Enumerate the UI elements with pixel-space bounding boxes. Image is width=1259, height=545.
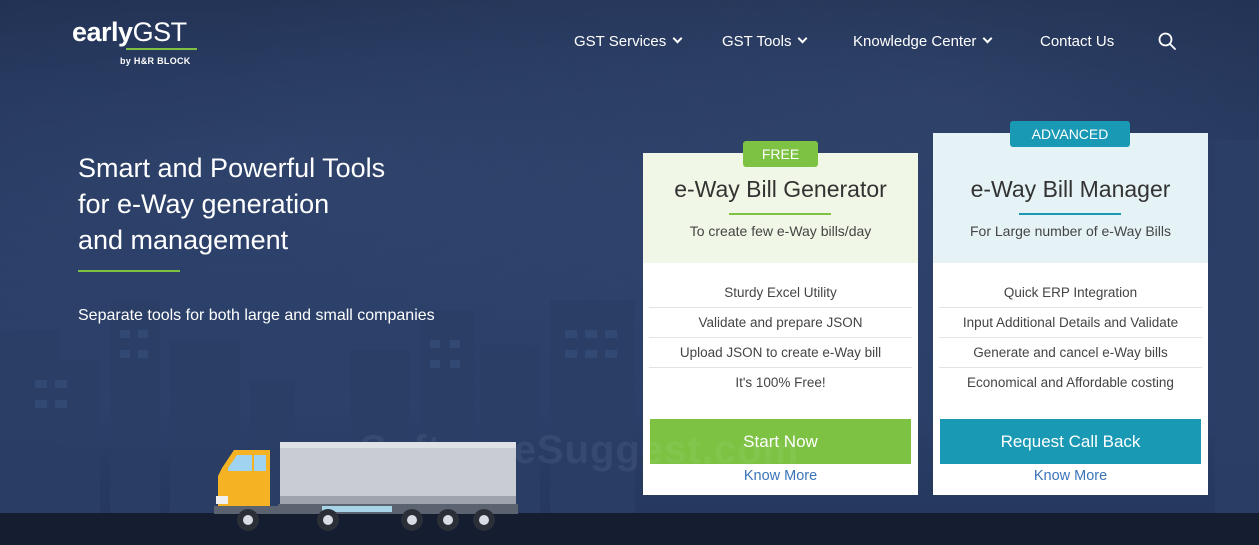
card-title-rule [729, 213, 831, 215]
card-title-rule [1019, 213, 1121, 215]
card-tagline: For Large number of e-Way Bills [970, 223, 1171, 239]
nav-gst-services[interactable]: GST Services [574, 31, 683, 51]
list-item: Validate and prepare JSON [649, 308, 912, 338]
nav-label: GST Tools [722, 32, 792, 50]
list-item: It's 100% Free! [735, 375, 826, 390]
logo-underline [126, 48, 197, 50]
road [0, 513, 1259, 545]
free-badge: FREE [743, 141, 818, 167]
card-tagline: To create few e-Way bills/day [689, 223, 872, 239]
nav-label: GST Services [574, 32, 667, 50]
card-title: e-Way Bill Generator [674, 176, 887, 202]
list-item: Upload JSON to create e-Way bill [649, 338, 912, 368]
logo-word-gst: GST [132, 17, 188, 47]
list-item: Input Additional Details and Validate [939, 308, 1202, 338]
list-item: Economical and Affordable costing [967, 375, 1174, 390]
hero-title-line: for e-Way generation [78, 189, 330, 219]
request-call-back-button[interactable]: Request Call Back [940, 419, 1201, 464]
nav-label: Knowledge Center [853, 32, 977, 50]
hero-divider [78, 270, 180, 272]
card-title: e-Way Bill Manager [970, 176, 1171, 202]
list-item: Generate and cancel e-Way bills [939, 338, 1202, 368]
nav-gst-tools[interactable]: GST Tools [722, 31, 808, 51]
hero-title: Smart and Powerful Tools for e-Way gener… [78, 150, 478, 258]
hero-title-line: Smart and Powerful Tools [78, 153, 386, 183]
hero-title-line: and management [78, 225, 289, 255]
logo-word-early: early [72, 17, 133, 47]
chevron-down-icon [798, 33, 808, 44]
list-item: Sturdy Excel Utility [649, 278, 912, 308]
truck-illustration [214, 442, 518, 531]
know-more-link[interactable]: Know More [933, 468, 1208, 484]
nav-knowledge-center[interactable]: Knowledge Center [853, 31, 993, 51]
card-eway-bill-manager: ADVANCED e-Way Bill Manager For Large nu… [933, 121, 1208, 495]
logo-byline: by H&R BLOCK [120, 56, 191, 66]
nav-label: Contact Us [1040, 32, 1115, 50]
chevron-down-icon [982, 33, 993, 44]
logo-wordmark: earlyGST [72, 16, 202, 48]
nav-contact-us[interactable]: Contact Us [1040, 31, 1114, 51]
feature-list: Quick ERP Integration Input Additional D… [939, 278, 1202, 398]
list-item: Quick ERP Integration [939, 278, 1202, 308]
search-icon[interactable] [1158, 32, 1176, 50]
advanced-badge: ADVANCED [1010, 121, 1130, 147]
chevron-down-icon [672, 33, 683, 44]
feature-list: Sturdy Excel Utility Validate and prepar… [649, 278, 912, 398]
card-header [643, 153, 918, 263]
earlygst-logo[interactable]: earlyGST by H&R BLOCK [72, 16, 202, 68]
hero-subtitle: Separate tools for both large and small … [78, 307, 435, 324]
